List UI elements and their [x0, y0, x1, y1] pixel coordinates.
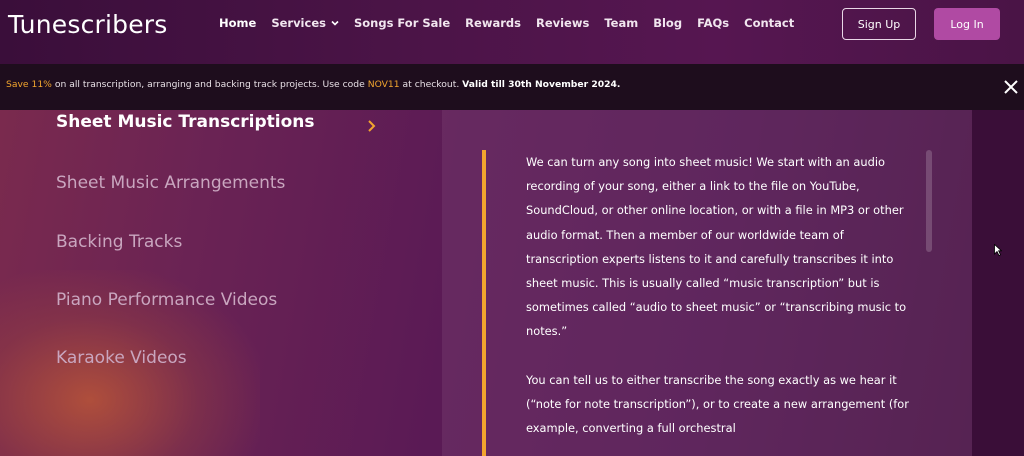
nav-reviews[interactable]: Reviews [536, 16, 589, 30]
nav-services[interactable]: Services [271, 16, 339, 30]
promo-body: on all transcription, arranging and back… [51, 79, 368, 90]
service-description: We can turn any song into sheet music! W… [526, 150, 916, 440]
nav-team[interactable]: Team [604, 16, 638, 30]
main-nav: Home Services Songs For Sale Rewards Rev… [219, 16, 809, 30]
nav-reviews-label: Reviews [535, 16, 590, 30]
promo-highlight: Save 11% [6, 79, 52, 90]
nav-home-label: Home [219, 16, 257, 30]
nav-rewards-label: Rewards [465, 16, 521, 30]
description-paragraph: You can tell us to either transcribe the… [526, 372, 909, 436]
promo-valid-until: Valid till 30th November 2024. [462, 79, 621, 90]
nav-songs-for-sale-label: Songs For Sale [353, 16, 451, 30]
close-icon[interactable] [1002, 78, 1020, 96]
service-tab-sheet-music-arrangements[interactable]: Sheet Music Arrangements [56, 173, 285, 193]
nav-faqs[interactable]: FAQs [697, 16, 729, 30]
sign-up-button[interactable]: Sign Up [842, 8, 916, 40]
mouse-cursor-icon [994, 244, 1002, 256]
log-in-button[interactable]: Log In [934, 8, 1000, 40]
service-tab-karaoke-videos[interactable]: Karaoke Videos [56, 348, 187, 368]
chevron-right-icon [368, 120, 376, 132]
site-logo[interactable]: Tunescribers [8, 10, 168, 39]
service-tab-piano-performance-videos[interactable]: Piano Performance Videos [56, 290, 277, 310]
site-header: Tunescribers Home Services Songs For Sal… [0, 0, 1024, 64]
panel-scrollbar[interactable] [926, 150, 932, 252]
nav-rewards[interactable]: Rewards [465, 16, 521, 30]
right-edge-strip [972, 110, 1024, 456]
nav-blog[interactable]: Blog [653, 16, 682, 30]
promo-text: Save 11% on all transcription, arranging… [6, 79, 620, 90]
service-tab-backing-tracks[interactable]: Backing Tracks [56, 232, 182, 252]
promo-code: NOV11 [367, 79, 400, 90]
nav-home[interactable]: Home [219, 16, 256, 30]
accent-bar [482, 150, 486, 456]
service-tab-sheet-music-transcriptions[interactable]: Sheet Music Transcriptions [56, 112, 315, 132]
description-paragraph: We can turn any song into sheet music! W… [526, 155, 907, 339]
nav-songs-for-sale[interactable]: Songs For Sale [354, 16, 450, 30]
nav-contact[interactable]: Contact [744, 16, 794, 30]
nav-faqs-label: FAQs [697, 16, 730, 30]
promo-banner: Save 11% on all transcription, arranging… [0, 64, 1024, 110]
nav-contact-label: Contact [744, 16, 795, 30]
nav-services-label: Services [271, 16, 326, 30]
services-section: Sheet Music Transcriptions Sheet Music A… [0, 110, 1024, 456]
nav-blog-label: Blog [653, 16, 683, 30]
promo-body-after: at checkout. [399, 79, 463, 90]
nav-team-label: Team [604, 16, 639, 30]
chevron-down-icon [331, 20, 339, 26]
